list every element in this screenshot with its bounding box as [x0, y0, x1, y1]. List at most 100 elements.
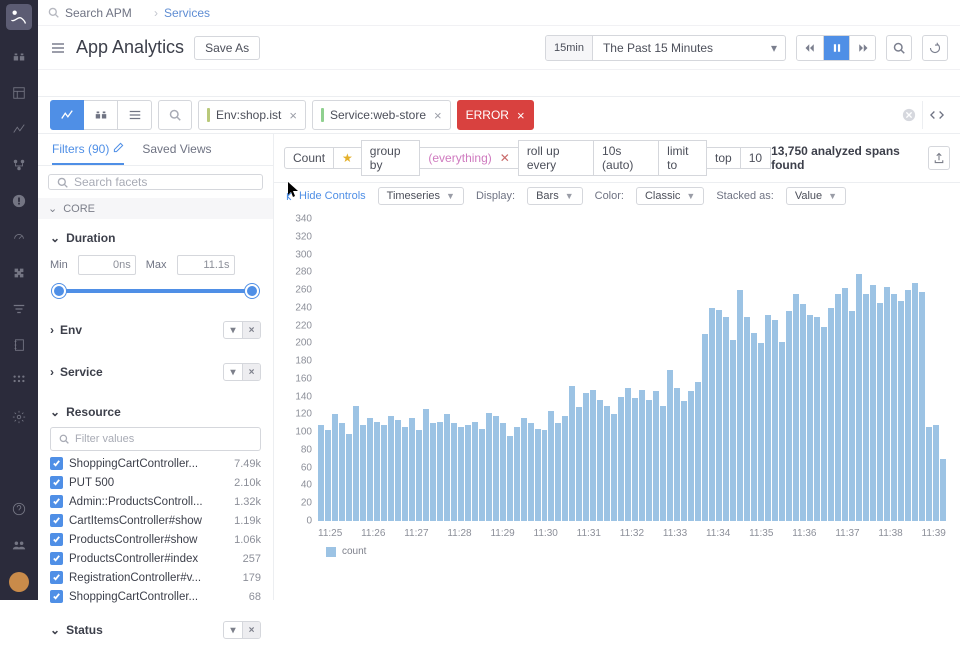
chip-service-remove[interactable]: × [432, 108, 442, 123]
search-button[interactable] [886, 35, 912, 61]
color-select[interactable]: Classic▼ [636, 187, 704, 205]
y-tick: 200 [295, 338, 312, 349]
resource-name: RegistrationController#v... [69, 572, 237, 584]
checkbox-icon[interactable] [50, 457, 63, 470]
facet-env-actions[interactable]: ▾× [223, 321, 261, 339]
help-icon[interactable] [10, 500, 28, 518]
nav-infra-icon[interactable] [10, 156, 28, 174]
chart-bar [416, 430, 422, 521]
trace-view-button[interactable] [84, 100, 118, 130]
nav-apm-icon[interactable] [10, 228, 28, 246]
time-prev-button[interactable] [797, 36, 823, 60]
code-embed-button[interactable] [922, 101, 950, 129]
chip-env-color [207, 108, 210, 122]
chip-error[interactable]: ERROR × [457, 100, 534, 130]
chip-env[interactable]: Env:shop.ist × [198, 100, 306, 130]
refresh-button[interactable] [922, 35, 948, 61]
nav-puzzle-icon[interactable] [10, 264, 28, 282]
query-count[interactable]: Count [284, 147, 334, 169]
time-preset[interactable]: 15min [546, 36, 593, 60]
resource-item[interactable]: ShoppingCartController...7.49k [50, 457, 261, 470]
query-n[interactable]: 10 [740, 147, 771, 169]
caret-down-icon: ▾ [763, 41, 785, 55]
team-icon[interactable] [10, 536, 28, 554]
duration-min-input[interactable] [78, 255, 136, 275]
stacked-select[interactable]: Value▼ [786, 187, 846, 205]
checkbox-icon[interactable] [50, 476, 63, 489]
chart-bar [730, 340, 736, 521]
chart-view-button[interactable] [50, 100, 84, 130]
checkbox-icon[interactable] [50, 590, 63, 603]
resource-item[interactable]: CartItemsController#show1.19k [50, 514, 261, 527]
chart-bar [835, 294, 841, 521]
nav-notebook-icon[interactable] [10, 336, 28, 354]
export-button[interactable] [928, 146, 950, 170]
clear-all-chips[interactable] [902, 108, 922, 122]
menu-icon[interactable] [50, 40, 66, 56]
resource-item[interactable]: Admin::ProductsControll...1.32k [50, 495, 261, 508]
timeseries-chart[interactable]: 0204060801001201401601802002202402602803… [282, 215, 950, 545]
tab-filters[interactable]: Filters (90) [52, 142, 124, 165]
avatar[interactable] [9, 572, 29, 592]
search-facets-input[interactable]: Search facets [48, 174, 263, 190]
chip-error-remove[interactable]: × [515, 108, 525, 123]
facet-group-core[interactable]: ⌄ CORE [38, 198, 273, 219]
view-toolbar: Env:shop.ist × Service:web-store × ERROR… [38, 96, 960, 134]
resource-item[interactable]: ProductsController#show1.06k [50, 533, 261, 546]
display-select[interactable]: Bars▼ [527, 187, 583, 205]
checkbox-icon[interactable] [50, 533, 63, 546]
resource-filter-input[interactable]: Filter values [50, 427, 261, 451]
y-tick: 140 [295, 391, 312, 402]
search-apm[interactable]: Search APM [48, 6, 148, 20]
query-count-star[interactable]: ★ [333, 147, 362, 169]
tab-saved-views[interactable]: Saved Views [142, 142, 211, 165]
checkbox-icon[interactable] [50, 495, 63, 508]
chip-service[interactable]: Service:web-store × [312, 100, 451, 130]
duration-slider[interactable] [52, 281, 259, 301]
checkbox-icon[interactable] [50, 571, 63, 584]
hide-controls-button[interactable]: Hide Controls [284, 190, 366, 202]
checkbox-icon[interactable] [50, 552, 63, 565]
query-step[interactable]: 10s (auto) [593, 140, 659, 176]
resource-item[interactable]: PUT 5002.10k [50, 476, 261, 489]
query-top[interactable]: top [706, 147, 741, 169]
chart-bar [535, 429, 541, 521]
facet-status-actions[interactable]: ▾× [223, 621, 261, 639]
nav-metrics-icon[interactable] [10, 120, 28, 138]
query-limit[interactable]: limit to [658, 140, 707, 176]
resource-item[interactable]: ShoppingCartController...68 [50, 590, 261, 603]
resource-count: 1.19k [234, 515, 261, 527]
chart-bar [856, 274, 862, 521]
chart-bar [660, 406, 666, 521]
list-view-button[interactable] [118, 100, 152, 130]
save-as-button[interactable]: Save As [194, 36, 260, 60]
time-pause-button[interactable] [823, 36, 849, 60]
chart-bar [639, 390, 645, 521]
query-search-button[interactable] [158, 100, 192, 130]
nav-more-icon[interactable] [10, 372, 28, 390]
resource-item[interactable]: RegistrationController#v... 179 [50, 571, 261, 584]
nav-settings-icon[interactable] [10, 408, 28, 426]
query-rollup[interactable]: roll up every [518, 140, 594, 176]
checkbox-icon[interactable] [50, 514, 63, 527]
time-range-selector[interactable]: 15min The Past 15 Minutes ▾ [545, 35, 786, 61]
viz-type-select[interactable]: Timeseries▼ [378, 187, 464, 205]
nav-alert-icon[interactable] [10, 192, 28, 210]
query-group-by[interactable]: group by [361, 140, 421, 176]
chip-env-remove[interactable]: × [287, 108, 297, 123]
facet-service-actions[interactable]: ▾× [223, 363, 261, 381]
logo[interactable] [6, 4, 32, 30]
x-tick: 11:34 [706, 528, 730, 539]
chart-bar [562, 416, 568, 521]
close-icon[interactable]: ✕ [496, 151, 510, 165]
nav-binoculars-icon[interactable] [10, 48, 28, 66]
resource-item[interactable]: ProductsController#index257 [50, 552, 261, 565]
nav-dashboard-icon[interactable] [10, 84, 28, 102]
chart-bar [521, 418, 527, 521]
nav-filter-icon[interactable] [10, 300, 28, 318]
query-everything[interactable]: (everything)✕ [419, 147, 518, 169]
resource-count: 179 [243, 572, 261, 584]
breadcrumb-services[interactable]: Services [164, 6, 210, 20]
duration-max-input[interactable] [177, 255, 235, 275]
time-next-button[interactable] [849, 36, 875, 60]
